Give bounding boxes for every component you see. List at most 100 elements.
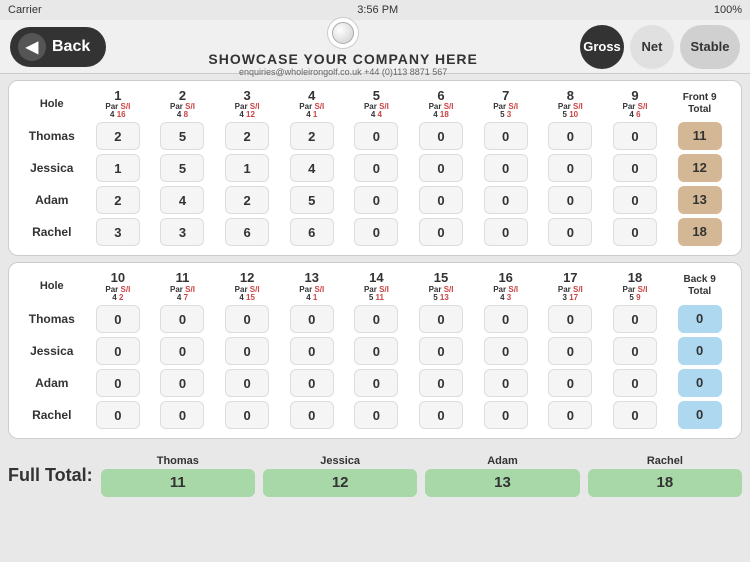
score-adam-7[interactable]: 0 bbox=[484, 186, 528, 214]
score-thomas-18[interactable]: 0 bbox=[613, 305, 657, 333]
score-jessica-2[interactable]: 5 bbox=[160, 154, 204, 182]
main-content: Hole 1 Par S/I 4 16 2 Par S/I 4 8 3 bbox=[0, 74, 750, 451]
score-rachel-13[interactable]: 0 bbox=[290, 401, 334, 429]
score-adam-18[interactable]: 0 bbox=[613, 369, 657, 397]
score-thomas-3[interactable]: 2 bbox=[225, 122, 269, 150]
score-jessica-1[interactable]: 1 bbox=[96, 154, 140, 182]
score-jessica-13[interactable]: 0 bbox=[290, 337, 334, 365]
score-rachel-9[interactable]: 0 bbox=[613, 218, 657, 246]
score-rachel-16[interactable]: 0 bbox=[484, 401, 528, 429]
score-rachel-8[interactable]: 0 bbox=[548, 218, 592, 246]
score-rachel-7[interactable]: 0 bbox=[484, 218, 528, 246]
score-jessica-16[interactable]: 0 bbox=[484, 337, 528, 365]
score-adam-5[interactable]: 0 bbox=[354, 186, 398, 214]
score-thomas-12[interactable]: 0 bbox=[225, 305, 269, 333]
stable-button[interactable]: Stable bbox=[680, 25, 740, 69]
score-adam-15[interactable]: 0 bbox=[419, 369, 463, 397]
score-rachel-17[interactable]: 0 bbox=[548, 401, 592, 429]
score-jessica-4[interactable]: 4 bbox=[290, 154, 334, 182]
score-jessica-9[interactable]: 0 bbox=[613, 154, 657, 182]
score-rachel-2[interactable]: 3 bbox=[160, 218, 204, 246]
score-jessica-8[interactable]: 0 bbox=[548, 154, 592, 182]
score-rachel-11[interactable]: 0 bbox=[160, 401, 204, 429]
score-rachel-1[interactable]: 3 bbox=[96, 218, 140, 246]
player-name-jessica-back: Jessica bbox=[19, 336, 85, 366]
score-jessica-5[interactable]: 0 bbox=[354, 154, 398, 182]
score-jessica-12[interactable]: 0 bbox=[225, 337, 269, 365]
score-jessica-6[interactable]: 0 bbox=[419, 154, 463, 182]
score-adam-12[interactable]: 0 bbox=[225, 369, 269, 397]
score-adam-1[interactable]: 2 bbox=[96, 186, 140, 214]
net-button[interactable]: Net bbox=[630, 25, 674, 69]
score-jessica-10[interactable]: 0 bbox=[96, 337, 140, 365]
gross-button[interactable]: Gross bbox=[580, 25, 624, 69]
score-thomas-7[interactable]: 0 bbox=[484, 122, 528, 150]
score-rachel-6[interactable]: 0 bbox=[419, 218, 463, 246]
score-thomas-10[interactable]: 0 bbox=[96, 305, 140, 333]
front9-hole-header: Hole bbox=[19, 89, 85, 119]
back9-row-thomas: Thomas 0 0 0 0 0 0 0 0 0 0 bbox=[19, 304, 731, 334]
score-thomas-9[interactable]: 0 bbox=[613, 122, 657, 150]
company-logo bbox=[327, 17, 359, 49]
score-thomas-17[interactable]: 0 bbox=[548, 305, 592, 333]
back9-total-header: Back 9Total bbox=[668, 271, 731, 301]
total-back9-jessica: 0 bbox=[678, 337, 722, 365]
score-thomas-16[interactable]: 0 bbox=[484, 305, 528, 333]
score-adam-8[interactable]: 0 bbox=[548, 186, 592, 214]
score-thomas-2[interactable]: 5 bbox=[160, 122, 204, 150]
score-rachel-10[interactable]: 0 bbox=[96, 401, 140, 429]
adam-footer-name: Adam bbox=[487, 455, 518, 467]
score-jessica-7[interactable]: 0 bbox=[484, 154, 528, 182]
score-rachel-5[interactable]: 0 bbox=[354, 218, 398, 246]
score-rachel-4[interactable]: 6 bbox=[290, 218, 334, 246]
back9-hole-17: 17 Par S/I 3 17 bbox=[539, 271, 602, 301]
score-adam-14[interactable]: 0 bbox=[354, 369, 398, 397]
score-adam-11[interactable]: 0 bbox=[160, 369, 204, 397]
score-rachel-18[interactable]: 0 bbox=[613, 401, 657, 429]
score-thomas-1[interactable]: 2 bbox=[96, 122, 140, 150]
front9-hole-3: 3 Par S/I 4 12 bbox=[216, 89, 279, 119]
score-jessica-15[interactable]: 0 bbox=[419, 337, 463, 365]
score-jessica-3[interactable]: 1 bbox=[225, 154, 269, 182]
total-front9-jessica: 12 bbox=[678, 154, 722, 182]
front9-row-thomas: Thomas 2 5 2 2 0 0 0 0 0 11 bbox=[19, 121, 731, 151]
back-label: Back bbox=[52, 38, 90, 56]
score-adam-9[interactable]: 0 bbox=[613, 186, 657, 214]
score-adam-16[interactable]: 0 bbox=[484, 369, 528, 397]
back9-hole-15: 15 Par S/I 5 13 bbox=[410, 271, 473, 301]
score-thomas-13[interactable]: 0 bbox=[290, 305, 334, 333]
score-adam-2[interactable]: 4 bbox=[160, 186, 204, 214]
score-rachel-3[interactable]: 6 bbox=[225, 218, 269, 246]
score-thomas-8[interactable]: 0 bbox=[548, 122, 592, 150]
thomas-footer-name: Thomas bbox=[157, 455, 199, 467]
score-thomas-6[interactable]: 0 bbox=[419, 122, 463, 150]
score-thomas-4[interactable]: 2 bbox=[290, 122, 334, 150]
score-thomas-14[interactable]: 0 bbox=[354, 305, 398, 333]
score-jessica-11[interactable]: 0 bbox=[160, 337, 204, 365]
score-jessica-17[interactable]: 0 bbox=[548, 337, 592, 365]
score-rachel-14[interactable]: 0 bbox=[354, 401, 398, 429]
score-rachel-15[interactable]: 0 bbox=[419, 401, 463, 429]
score-adam-6[interactable]: 0 bbox=[419, 186, 463, 214]
front9-row-adam: Adam 2 4 2 5 0 0 0 0 0 13 bbox=[19, 185, 731, 215]
score-thomas-11[interactable]: 0 bbox=[160, 305, 204, 333]
header-center: SHOWCASE YOUR COMPANY HERE enquiries@who… bbox=[106, 17, 580, 77]
score-thomas-5[interactable]: 0 bbox=[354, 122, 398, 150]
score-thomas-15[interactable]: 0 bbox=[419, 305, 463, 333]
score-adam-10[interactable]: 0 bbox=[96, 369, 140, 397]
score-rachel-12[interactable]: 0 bbox=[225, 401, 269, 429]
score-adam-3[interactable]: 2 bbox=[225, 186, 269, 214]
back-button[interactable]: ◀ Back bbox=[10, 27, 106, 67]
back9-hole-18: 18 Par S/I 5 9 bbox=[604, 271, 667, 301]
score-adam-4[interactable]: 5 bbox=[290, 186, 334, 214]
rachel-footer-name: Rachel bbox=[647, 455, 683, 467]
score-jessica-18[interactable]: 0 bbox=[613, 337, 657, 365]
score-adam-13[interactable]: 0 bbox=[290, 369, 334, 397]
score-adam-17[interactable]: 0 bbox=[548, 369, 592, 397]
front9-row-rachel: Rachel 3 3 6 6 0 0 0 0 0 18 bbox=[19, 217, 731, 247]
front9-hole-6: 6 Par S/I 4 18 bbox=[410, 89, 473, 119]
back9-table: Hole 10 Par S/I 4 2 11 Par S/I 4 7 12 bbox=[17, 269, 733, 431]
footer: Full Total: Thomas 11 Jessica 12 Adam 13… bbox=[0, 451, 750, 501]
score-jessica-14[interactable]: 0 bbox=[354, 337, 398, 365]
player-name-rachel-back: Rachel bbox=[19, 400, 85, 430]
